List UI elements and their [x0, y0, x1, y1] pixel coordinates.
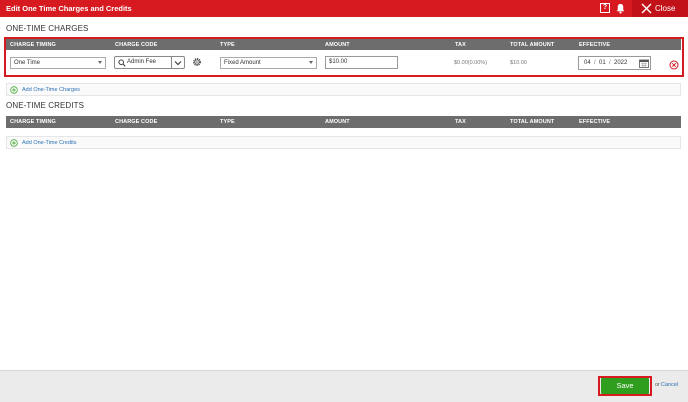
add-charges-link[interactable]: Add One-Time Charges: [22, 87, 80, 93]
bell-icon[interactable]: [615, 3, 626, 14]
col-amount: AMOUNT: [325, 119, 350, 125]
add-charges-row: Add One-Time Charges: [6, 83, 681, 96]
credits-table-header: CHARGE TIMING CHARGE CODE TYPE AMOUNT TA…: [6, 116, 681, 128]
save-button[interactable]: Save: [601, 378, 649, 394]
dialog-header: Edit One Time Charges and Credits ? Clos…: [0, 0, 688, 17]
dialog-title: Edit One Time Charges and Credits: [6, 4, 132, 13]
charge-row-highlight: [4, 37, 684, 77]
plus-circle-icon[interactable]: [10, 139, 18, 147]
close-button[interactable]: Close: [632, 0, 688, 17]
dialog-footer: [0, 370, 688, 402]
close-icon: [641, 3, 652, 14]
col-charge-code: CHARGE CODE: [115, 119, 158, 125]
col-charge-timing: CHARGE TIMING: [10, 119, 56, 125]
add-credits-link[interactable]: Add One-Time Credits: [22, 140, 77, 146]
credits-section-title: ONE-TIME CREDITS: [6, 101, 85, 110]
close-label: Close: [655, 4, 676, 13]
cancel-link[interactable]: Cancel: [661, 382, 678, 388]
question-icon[interactable]: ?: [600, 3, 610, 13]
charges-section-title: ONE-TIME CHARGES: [6, 24, 89, 33]
add-credits-row: Add One-Time Credits: [6, 136, 681, 149]
col-effective: EFFECTIVE: [579, 119, 611, 125]
or-text: or: [655, 382, 660, 388]
col-total-amount: TOTAL AMOUNT: [510, 119, 555, 125]
col-type: TYPE: [220, 119, 235, 125]
col-tax: TAX: [455, 119, 466, 125]
plus-circle-icon[interactable]: [10, 86, 18, 94]
